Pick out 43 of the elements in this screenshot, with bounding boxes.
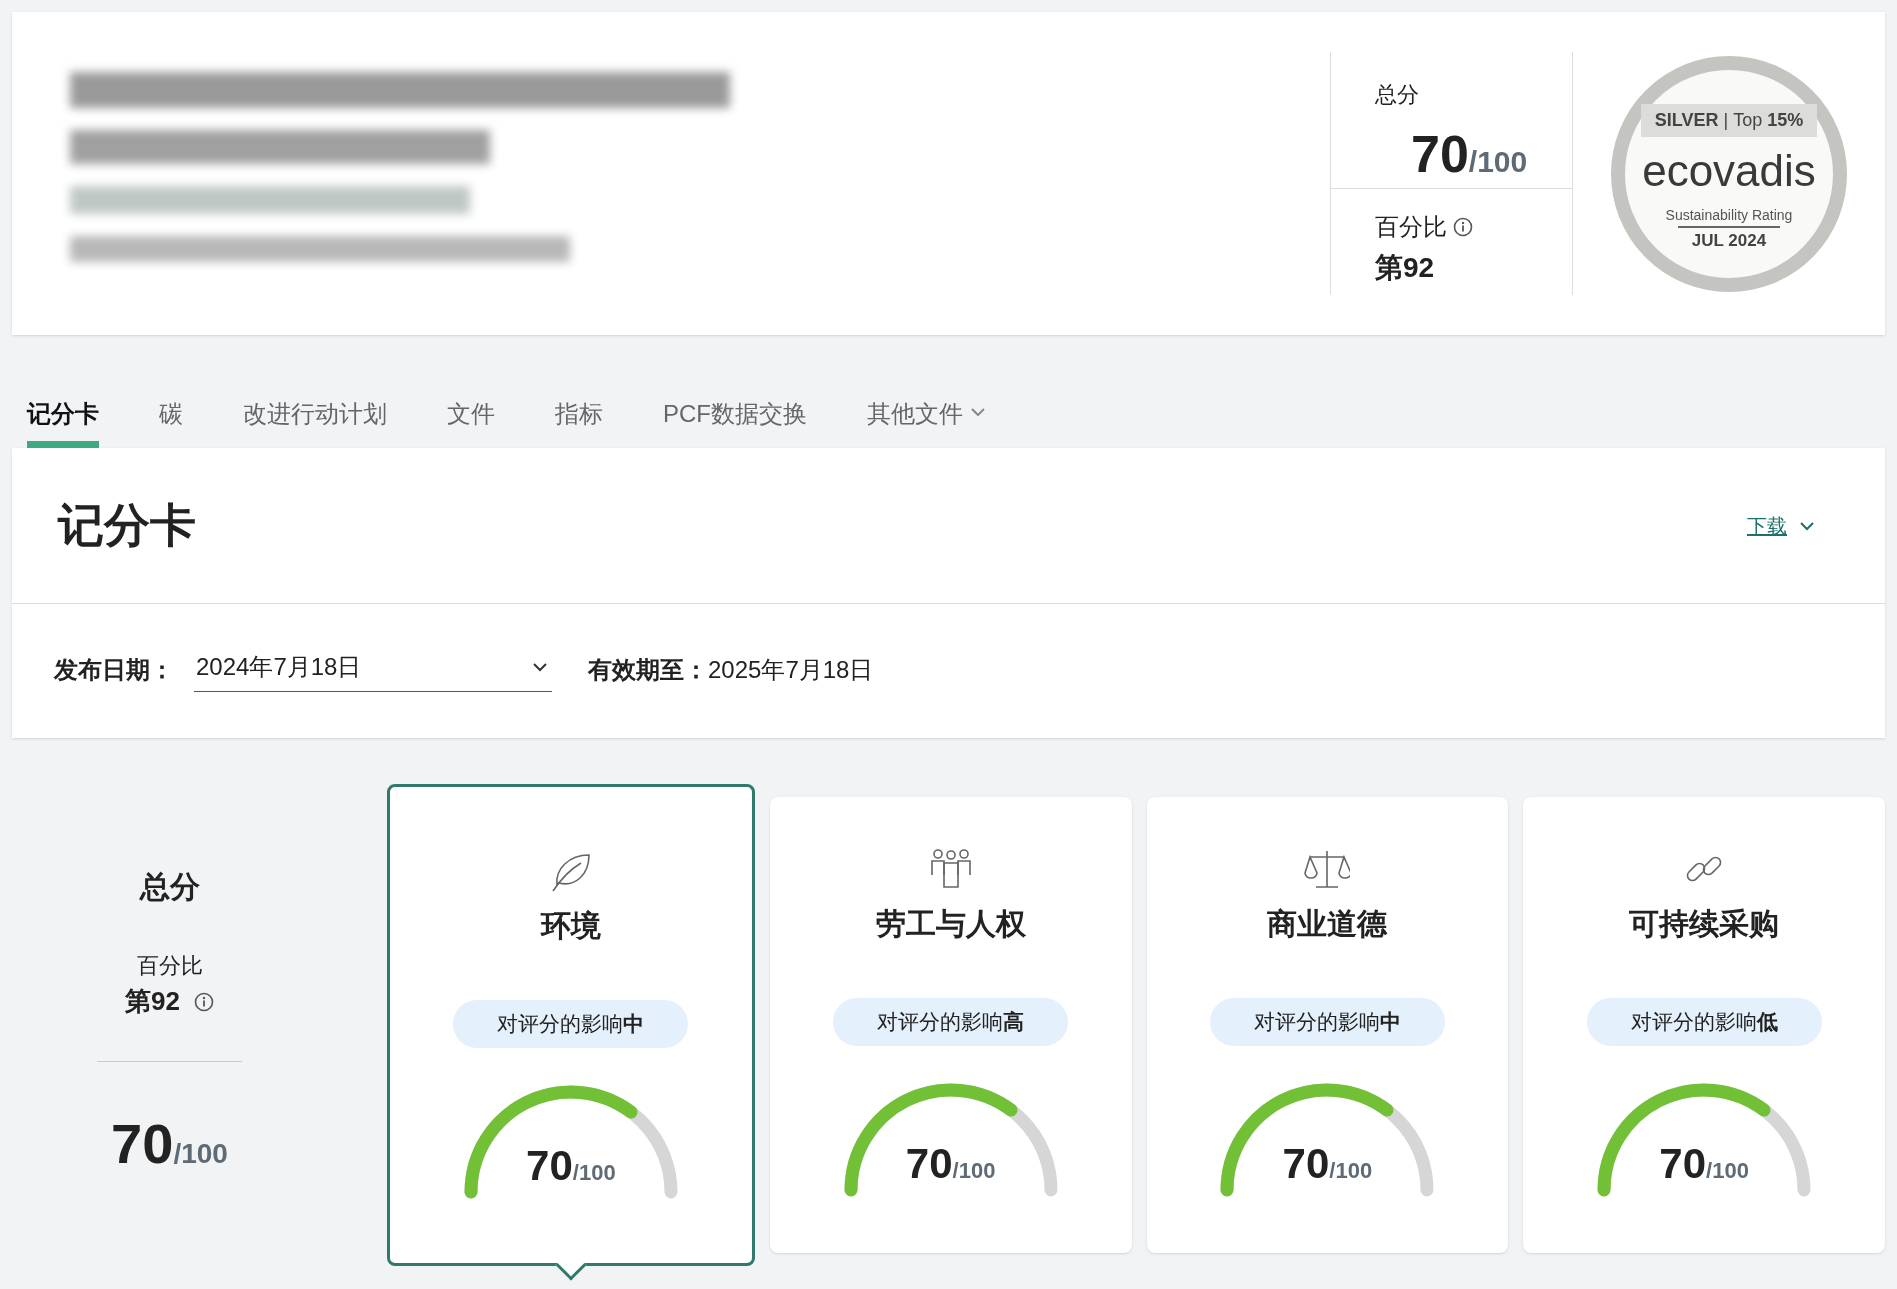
theme-card[interactable]: 商业道德 对评分的影响中 70/100 — [1146, 797, 1509, 1253]
summary-title: 总分 — [139, 869, 200, 905]
valid-until-label: 有效期至： — [588, 655, 708, 685]
impact-badge: 对评分的影响中 — [1209, 998, 1445, 1046]
theme-title: 劳工与人权 — [875, 906, 1026, 942]
chevron-down-icon — [532, 661, 548, 672]
tab[interactable]: 其他文件 — [867, 396, 985, 448]
theme-card[interactable]: 可持续采购 对评分的影响低 70/100 — [1523, 797, 1885, 1253]
tab[interactable]: PCF数据交换 — [663, 396, 807, 448]
tab[interactable]: 文件 — [447, 396, 495, 448]
chevron-down-icon — [1799, 520, 1815, 531]
info-icon[interactable] — [1453, 217, 1473, 237]
theme-card[interactable]: 劳工与人权 对评分的影响高 70/100 — [769, 797, 1132, 1253]
medal-subtitle: Sustainability Rating — [1665, 205, 1793, 225]
theme-score: 70/100 — [1282, 1138, 1373, 1189]
theme-title: 环境 — [540, 908, 601, 944]
tab[interactable]: 指标 — [555, 396, 603, 448]
summary-percentile-label: 百分比 — [136, 952, 203, 980]
summary-percentile-value: 第92 — [125, 985, 180, 1018]
medal-ribbon: SILVER | Top 15% — [1640, 103, 1818, 137]
impact-badge: 对评分的影响高 — [833, 998, 1069, 1046]
theme-score: 70/100 — [526, 1140, 616, 1191]
impact-badge: 对评分的影响中 — [453, 1000, 689, 1048]
publish-date-label: 发布日期： — [54, 655, 174, 685]
total-score-value: 70/100 — [1410, 124, 1529, 185]
tab[interactable]: 改进行动计划 — [243, 396, 387, 448]
scorecard-title: 记分卡 — [58, 498, 196, 553]
theme-score: 70/100 — [1659, 1138, 1749, 1189]
total-score-label: 总分 — [1375, 81, 1420, 109]
theme-title: 商业道德 — [1267, 906, 1388, 942]
percentile-label: 百分比 — [1375, 212, 1447, 242]
summary-score: 70/100 — [111, 1111, 228, 1177]
theme-score: 70/100 — [905, 1138, 996, 1189]
info-icon[interactable] — [193, 991, 214, 1012]
download-link[interactable]: 下载 — [1747, 510, 1815, 541]
tab[interactable]: 碳 — [159, 396, 183, 448]
impact-badge: 对评分的影响低 — [1586, 998, 1822, 1046]
medal-date: JUL 2024 — [1677, 225, 1781, 253]
theme-title: 可持续采购 — [1629, 906, 1780, 942]
publish-date-dropdown[interactable]: 2024年7月18日 — [194, 648, 552, 692]
medal-brand: ecovadis — [1642, 148, 1816, 193]
percentile-value: 第92 — [1375, 251, 1436, 285]
valid-until-date: 2025年7月18日 — [708, 655, 874, 685]
